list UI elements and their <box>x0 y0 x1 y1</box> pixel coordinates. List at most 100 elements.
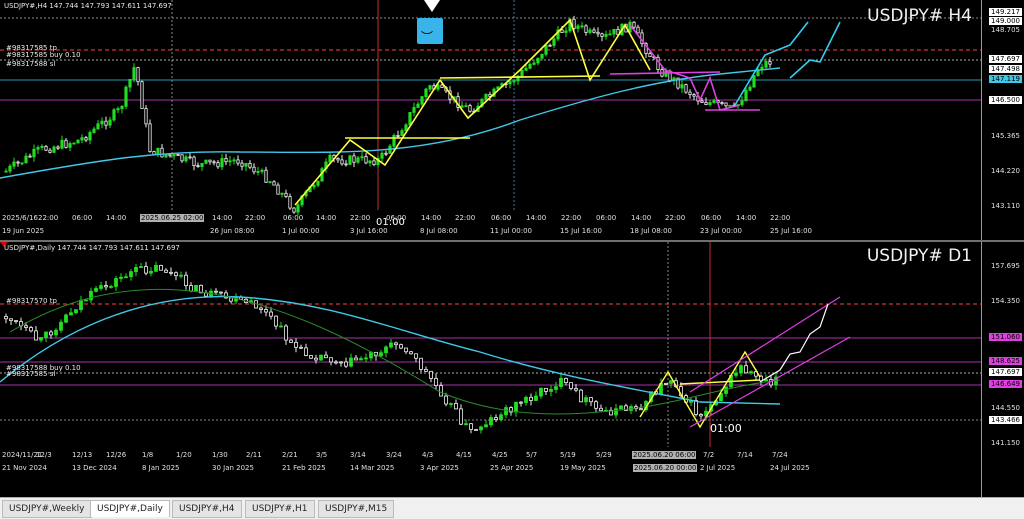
candle-body <box>292 207 296 213</box>
candle-body <box>576 25 580 29</box>
price-label: 144.220 <box>991 167 1020 175</box>
candle-body <box>99 285 103 289</box>
time-label: 5/7 <box>526 451 538 459</box>
tab-daily[interactable]: USDJPY#,Daily <box>90 500 170 517</box>
time-label: 06:00 <box>72 214 93 222</box>
tab-h4[interactable]: USDJPY#,H4 <box>172 500 242 518</box>
candle-body <box>328 154 332 163</box>
tab-weekly[interactable]: USDJPY#,Weekly <box>2 500 92 518</box>
candle-body <box>412 107 416 113</box>
candle-body <box>636 26 640 34</box>
candle-body <box>504 407 508 416</box>
candle-body <box>32 148 36 158</box>
d1-price-axis[interactable]: 157.695 154.350 151.060 148.625 147.697 … <box>981 242 1024 497</box>
price-label: 146.649 <box>989 380 1022 388</box>
candle-body <box>584 397 588 403</box>
candle-body <box>688 91 692 95</box>
candle-body <box>748 86 752 91</box>
candle-body <box>248 163 252 168</box>
candle-body <box>540 53 544 59</box>
candle-body <box>104 120 108 126</box>
signal-icon[interactable]: ︶ <box>417 18 443 44</box>
time-label: 06:00 <box>701 214 722 222</box>
candle-body <box>548 44 552 47</box>
time-label: 1/20 <box>176 451 192 459</box>
time-label: 2025.06.20 06:00 <box>632 451 697 459</box>
candle-body <box>409 351 413 355</box>
candle-body <box>134 267 138 273</box>
candle-body <box>404 347 408 353</box>
candle-body <box>704 102 708 105</box>
candle-body <box>349 357 353 367</box>
candle-body <box>600 33 604 37</box>
time-label: 1 Jul 00:00 <box>282 227 320 235</box>
candle-body <box>584 25 588 33</box>
candle-body <box>449 403 453 405</box>
candle-body <box>172 154 176 157</box>
candle-body <box>574 388 578 391</box>
candle-body <box>552 38 556 46</box>
candle-body <box>560 29 564 33</box>
channel-line <box>689 296 841 393</box>
candle-body <box>559 377 563 388</box>
candle-body <box>554 386 558 390</box>
candle-body <box>724 102 728 107</box>
time-label: 15 Jul 16:00 <box>560 227 602 235</box>
candle-body <box>9 318 13 321</box>
tab-m15[interactable]: USDJPY#,M15 <box>318 500 395 518</box>
price-label: 147.119 <box>989 75 1022 83</box>
candle-body <box>344 163 348 166</box>
h4-price-chart[interactable] <box>0 0 982 240</box>
d1-chart-panel[interactable]: USDJPY#,Daily 147.744 147.793 147.611 14… <box>0 242 1024 497</box>
candle-body <box>160 147 164 158</box>
date-label: 30 Jan 2025 <box>212 464 254 472</box>
candle-body <box>329 357 333 363</box>
candle-body <box>149 270 153 274</box>
candle-body <box>416 103 420 108</box>
price-label: 149.217 <box>989 8 1022 16</box>
time-label: 8 Jul 08:00 <box>420 227 458 235</box>
candle-body <box>528 63 532 69</box>
candle-body <box>144 108 148 125</box>
candle-body <box>734 372 738 376</box>
candle-body <box>192 156 196 166</box>
candle-body <box>64 314 68 323</box>
candle-body <box>212 161 216 164</box>
candle-body <box>169 271 173 274</box>
tab-h1[interactable]: USDJPY#,H1 <box>245 500 315 518</box>
candle-body <box>564 30 568 33</box>
candle-body <box>454 403 458 410</box>
candle-body <box>632 21 636 28</box>
candle-body <box>768 61 772 65</box>
candle-body <box>434 378 438 387</box>
date-label: 2 Jul 2025 <box>700 464 736 472</box>
time-label: 06:00 <box>491 214 512 222</box>
candle-body <box>34 330 38 341</box>
time-label: 2025/6/16 <box>2 214 38 222</box>
price-label: 151.060 <box>989 333 1022 341</box>
candle-body <box>236 159 240 164</box>
candle-body <box>104 285 108 288</box>
order-label-tp: #98317570 tp <box>6 297 57 305</box>
candle-body <box>219 291 223 294</box>
candle-body <box>512 80 516 83</box>
time-label: 5/29 <box>596 451 612 459</box>
candle-body <box>299 346 303 349</box>
resistance-line <box>439 75 601 79</box>
candle-body <box>188 156 192 159</box>
candle-body <box>124 276 128 279</box>
candle-body <box>669 380 673 384</box>
candle-body <box>140 81 144 110</box>
candle-body <box>589 397 593 403</box>
candle-body <box>240 162 244 167</box>
candle-body <box>499 414 503 420</box>
order-label-sl: #98317585 sl <box>6 370 56 378</box>
h4-chart-panel[interactable]: USDJPY#,H4 147.744 147.793 147.611 147.6… <box>0 0 1024 240</box>
candle-body <box>84 137 88 141</box>
time-label: 22:00 <box>455 214 476 222</box>
time-label: 06:00 <box>596 214 617 222</box>
candle-body <box>89 290 93 301</box>
candle-body <box>116 108 120 111</box>
time-label: 12/3 <box>36 451 52 459</box>
h4-price-axis[interactable]: 149.217 149.000 148.705 147.697 147.498 … <box>981 0 1024 240</box>
